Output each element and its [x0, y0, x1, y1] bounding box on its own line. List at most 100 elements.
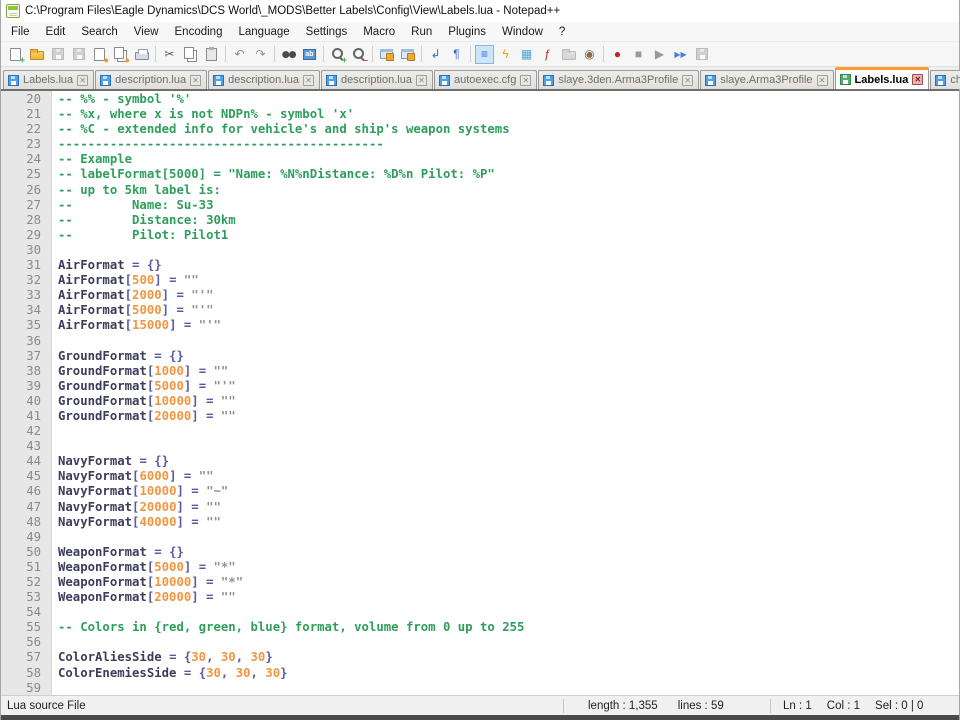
close-tab-icon[interactable]: ✕ — [416, 75, 427, 86]
menu-item-encoding[interactable]: Encoding — [167, 24, 231, 40]
monitoring-icon[interactable]: ◉ — [580, 45, 599, 64]
tab-label: description.lua — [115, 74, 186, 86]
line-number: 25 — [1, 167, 49, 182]
tab-change-log[interactable]: change.log✕ — [930, 70, 960, 89]
status-cursor-section: Ln : 1 Col : 1 Sel : 0 | 0 — [771, 700, 959, 712]
stop-macro-icon[interactable]: ■ — [629, 45, 648, 64]
folder-workspace-icon[interactable] — [559, 45, 578, 64]
status-length-section: length : 1,355 lines : 59 — [564, 700, 770, 712]
code-text: AirFormat[15000] = "'" — [49, 318, 221, 332]
tab-slaye-arma3profile[interactable]: slaye.Arma3Profile✕ — [700, 70, 833, 89]
toolbar-separator — [155, 46, 156, 62]
saved-file-icon — [705, 75, 716, 86]
tab-labels-lua[interactable]: Labels.lua✕ — [3, 70, 94, 89]
multi-play-macro-icon[interactable]: ▶▶ — [671, 45, 690, 64]
close-all-icon-shape — [114, 47, 124, 59]
code-text: -- Distance: 30km — [49, 213, 236, 227]
tab-description-lua[interactable]: description.lua✕ — [321, 70, 433, 89]
record-macro-icon[interactable]: ● — [608, 45, 627, 64]
menu-item-plugins[interactable]: Plugins — [440, 24, 494, 40]
line-number: 57 — [1, 650, 49, 665]
line-number: 33 — [1, 288, 49, 303]
line-number: 44 — [1, 454, 49, 469]
show-all-chars-icon[interactable]: ¶ — [447, 45, 466, 64]
menu-item-macro[interactable]: Macro — [355, 24, 403, 40]
code-line: 42 — [1, 424, 959, 439]
line-number: 32 — [1, 273, 49, 288]
close-tab-icon[interactable]: ✕ — [520, 75, 531, 86]
tab-autoexec-cfg[interactable]: autoexec.cfg ✕ — [434, 70, 537, 89]
paste-icon[interactable] — [202, 45, 221, 64]
close-tab-icon[interactable]: ✕ — [817, 75, 828, 86]
menu-item-window[interactable]: Window — [494, 24, 551, 40]
code-line: 56 — [1, 635, 959, 650]
code-line: 57ColorAliesSide = {30, 30, 30} — [1, 650, 959, 665]
new-file-icon[interactable]: + — [6, 45, 25, 64]
function-list-icon[interactable]: ƒ — [538, 45, 557, 64]
line-number: 50 — [1, 545, 49, 560]
close-tab-icon[interactable]: ✕ — [303, 75, 314, 86]
menu-item-search[interactable]: Search — [73, 24, 125, 40]
find-icon[interactable] — [279, 45, 298, 64]
menu-item-settings[interactable]: Settings — [298, 24, 356, 40]
sync-horizontal-icon[interactable] — [398, 45, 417, 64]
tab-slaye-3den-arma3profile[interactable]: slaye.3den.Arma3Profile✕ — [538, 70, 699, 89]
code-line: 38GroundFormat[1000] = "" — [1, 364, 959, 379]
save-icon[interactable] — [48, 45, 67, 64]
save-all-icon[interactable] — [69, 45, 88, 64]
tab-description-lua[interactable]: description.lua✕ — [208, 70, 320, 89]
notepadpp-icon — [6, 4, 20, 18]
close-icon[interactable]: ● — [90, 45, 109, 64]
code-line: 47NavyFormat[20000] = "" — [1, 500, 959, 515]
close-tab-icon[interactable]: ✕ — [912, 74, 923, 85]
menu-item-edit[interactable]: Edit — [38, 24, 74, 40]
code-text — [49, 681, 58, 695]
undo-icon[interactable]: ↶ — [230, 45, 249, 64]
line-number: 26 — [1, 183, 49, 198]
zoom-out-icon[interactable]: – — [349, 45, 368, 64]
close-tab-icon[interactable]: ✕ — [77, 75, 88, 86]
print-icon[interactable] — [132, 45, 151, 64]
document-map-icon[interactable]: ▦ — [517, 45, 536, 64]
menu-item-view[interactable]: View — [126, 24, 167, 40]
code-text — [49, 635, 58, 649]
menu-item-language[interactable]: Language — [230, 24, 297, 40]
code-text — [49, 530, 58, 544]
line-number: 48 — [1, 515, 49, 530]
function-completion-icon[interactable]: ϟ — [496, 45, 515, 64]
close-tab-icon[interactable]: ✕ — [682, 75, 693, 86]
tab-label: autoexec.cfg — [454, 74, 516, 86]
close-tab-icon[interactable]: ✕ — [190, 75, 201, 86]
tab-label: Labels.lua — [855, 74, 909, 86]
tab-labels-lua[interactable]: Labels.lua✕ — [835, 67, 930, 89]
code-line: 29-- Pilot: Pilot1 — [1, 228, 959, 243]
tab-description-lua[interactable]: description.lua ✕ — [95, 70, 207, 89]
save-macro-icon[interactable] — [692, 45, 711, 64]
title-bar: C:\Program Files\Eagle Dynamics\DCS Worl… — [1, 0, 959, 22]
open-folder-icon[interactable] — [27, 45, 46, 64]
word-wrap-icon[interactable]: ↲ — [426, 45, 445, 64]
close-all-icon[interactable]: ● — [111, 45, 130, 64]
toolbar-separator — [421, 46, 422, 62]
code-editor[interactable]: 20-- %% - symbol '%'21-- %x, where x is … — [1, 91, 959, 695]
zoom-in-icon[interactable]: + — [328, 45, 347, 64]
menu-item-file[interactable]: File — [3, 24, 38, 40]
sync-vertical-icon[interactable] — [377, 45, 396, 64]
new-file-icon-badge: + — [20, 56, 25, 65]
line-number: 36 — [1, 334, 49, 349]
indent-guide-icon[interactable]: ≡ — [475, 45, 494, 64]
sync-vertical-icon-shape — [380, 49, 393, 59]
menu-item-help[interactable]: ? — [551, 24, 573, 40]
close-icon-badge: ● — [104, 56, 109, 65]
replace-icon[interactable] — [300, 45, 319, 64]
play-macro-icon[interactable]: ▶ — [650, 45, 669, 64]
cut-icon[interactable]: ✂ — [160, 45, 179, 64]
code-line: 54 — [1, 605, 959, 620]
copy-icon[interactable] — [181, 45, 200, 64]
status-sel: Sel : 0 | 0 — [875, 700, 923, 712]
menu-item-run[interactable]: Run — [403, 24, 440, 40]
code-text: -- Example — [49, 152, 132, 166]
saved-file-icon — [326, 75, 337, 86]
line-number: 46 — [1, 484, 49, 499]
redo-icon[interactable]: ↷ — [251, 45, 270, 64]
